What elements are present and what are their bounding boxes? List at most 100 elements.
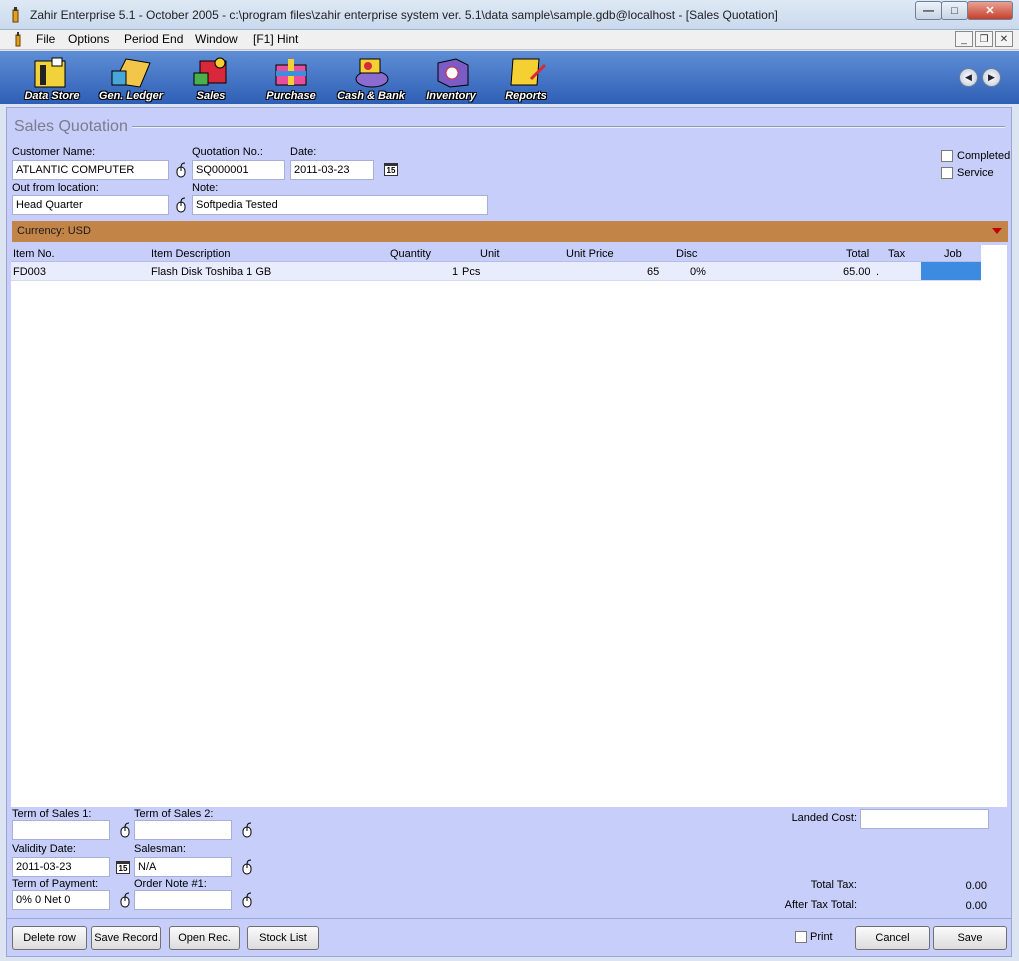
note-label: Note: [192,182,219,194]
table-row[interactable]: FD003 Flash Disk Toshiba 1 GB 1 Pcs 65 0… [11,262,981,281]
menu-options[interactable]: Options [68,32,109,46]
salesman-label: Salesman: [134,843,186,855]
maximize-window-button[interactable]: □ [941,1,968,20]
minimize-window-button[interactable]: — [915,1,942,20]
data-store-button[interactable]: Data Store [17,53,87,103]
mdi-minimize-button[interactable]: _ [955,31,973,47]
form-title: Sales Quotation [14,118,128,135]
location-label: Out from location: [12,182,99,194]
calendar-icon[interactable]: 15 [384,163,398,176]
currency-bar[interactable]: Currency: USD [12,221,1008,242]
order-note-field[interactable] [134,890,232,910]
col-unit[interactable]: Unit [480,248,500,260]
sales-button[interactable]: Sales [176,53,246,103]
service-checkbox[interactable] [941,167,953,179]
customer-name-field[interactable]: ATLANTIC COMPUTER [12,160,169,180]
menu-file[interactable]: File [36,32,55,46]
grid-header: Item No. Item Description Quantity Unit … [11,245,981,262]
quotation-no-field[interactable]: SQ000001 [192,160,285,180]
validity-calendar-icon[interactable]: 15 [116,861,130,874]
col-unit-price[interactable]: Unit Price [566,248,614,260]
location-field[interactable]: Head Quarter [12,195,169,215]
data-store-icon [34,57,66,88]
col-job[interactable]: Job [944,248,962,260]
total-tax-label: Total Tax: [810,879,857,891]
action-bar: Delete row Save Record Open Rec. Stock L… [7,918,1011,957]
close-window-button[interactable]: ✕ [967,1,1013,20]
title-divider [132,126,1005,128]
validity-date-label: Validity Date: [12,843,76,855]
cell-total[interactable]: 65.00 [843,266,871,278]
order-note-label: Order Note #1: [134,878,207,890]
menu-period-end[interactable]: Period End [124,32,183,46]
col-quantity[interactable]: Quantity [390,248,431,260]
reports-icon [510,58,547,86]
mdi-restore-button[interactable]: ❐ [975,31,993,47]
term-of-sales-2-field[interactable] [134,820,232,840]
menu-window[interactable]: Window [195,32,238,46]
gen-ledger-button[interactable]: Gen. Ledger [96,53,166,103]
cell-tax[interactable]: . [876,266,879,278]
scroll-right-button[interactable]: ▶ [982,68,1001,87]
print-label: Print [810,931,833,943]
save-button[interactable]: Save [933,926,1007,950]
customer-lookup-icon[interactable] [175,162,187,178]
date-field[interactable]: 2011-03-23 [290,160,374,180]
salesman-lookup-icon[interactable] [241,859,253,875]
col-total[interactable]: Total [846,248,869,260]
completed-checkbox[interactable] [941,150,953,162]
cell-unit[interactable]: Pcs [462,266,480,278]
purchase-button[interactable]: Purchase [256,53,326,103]
col-item-no[interactable]: Item No. [13,248,55,260]
cash-bank-button[interactable]: Cash & Bank [336,53,406,103]
term-of-sales-2-label: Term of Sales 2: [134,808,214,820]
total-tax-value: 0.00 [965,880,987,892]
mdi-close-button[interactable]: ✕ [995,31,1013,47]
validity-date-field[interactable]: 2011-03-23 [12,857,110,877]
currency-label: Currency: USD [17,225,91,237]
menu-hint[interactable]: [F1] Hint [253,32,298,46]
term-of-sales-1-field[interactable] [12,820,110,840]
cell-item-no[interactable]: FD003 [13,266,46,278]
print-checkbox[interactable] [795,931,807,943]
col-item-description[interactable]: Item Description [151,248,230,260]
col-disc[interactable]: Disc [676,248,697,260]
expand-arrow-icon[interactable] [992,228,1002,234]
cash-bank-icon [355,58,389,88]
col-tax[interactable]: Tax [888,248,905,260]
term-of-payment-field[interactable]: 0% 0 Net 0 [12,890,110,910]
items-grid: Item No. Item Description Quantity Unit … [11,245,1007,807]
inventory-button[interactable]: Inventory [416,53,486,103]
payment-lookup-icon[interactable] [119,892,131,908]
purchase-icon [275,59,307,86]
quotation-no-label: Quotation No.: [192,146,263,158]
cancel-button[interactable]: Cancel [855,926,930,950]
completed-label: Completed [957,150,1011,162]
location-lookup-icon[interactable] [175,197,187,213]
save-record-button[interactable]: Save Record [91,926,161,950]
reports-button[interactable]: Reports [491,53,561,103]
after-tax-total-label: After Tax Total: [784,899,857,911]
date-label: Date: [290,146,317,158]
order-note-lookup-icon[interactable] [241,892,253,908]
cell-quantity[interactable]: 1 [452,266,458,278]
term2-lookup-icon[interactable] [241,822,253,838]
chevron-right-icon: ▶ [988,72,995,82]
scroll-left-button[interactable]: ◀ [959,68,978,87]
open-rec-button[interactable]: Open Rec. [169,926,240,950]
chevron-left-icon: ◀ [965,72,972,82]
term1-lookup-icon[interactable] [119,822,131,838]
landed-cost-field[interactable] [860,809,989,829]
cell-disc[interactable]: 0% [690,266,706,278]
service-label: Service [957,167,994,179]
landed-cost-label: Landed Cost: [791,812,857,824]
delete-row-button[interactable]: Delete row [12,926,87,950]
module-toolbar: Data Store Gen. Ledger Sales Purchase Ca… [0,51,1019,104]
cell-description[interactable]: Flash Disk Toshiba 1 GB [151,266,271,278]
salesman-field[interactable]: N/A [134,857,232,877]
stock-list-button[interactable]: Stock List [247,926,319,950]
cell-job[interactable] [921,262,981,280]
cell-unit-price[interactable]: 65 [647,266,659,278]
note-field[interactable]: Softpedia Tested [192,195,488,215]
window-title: Zahir Enterprise 5.1 - October 2005 - c:… [30,8,778,22]
